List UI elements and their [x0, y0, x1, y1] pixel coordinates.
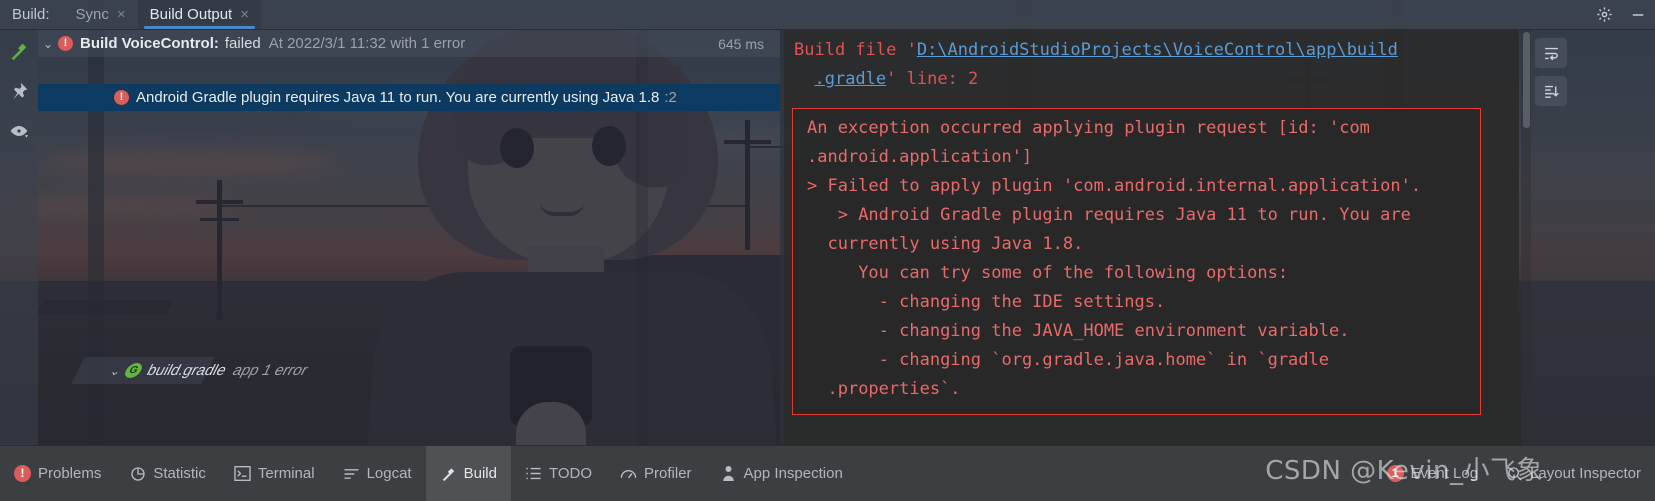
console-error-line: - changing the IDE settings.: [807, 292, 1166, 312]
statusbar-label: Layout Inspector: [1530, 465, 1641, 482]
console-text: Build file ': [794, 40, 917, 60]
console-error-line: - changing the JAVA_HOME environment var…: [807, 321, 1350, 341]
statusbar-item-layout-inspector[interactable]: Layout Inspector: [1492, 446, 1655, 501]
build-toolwindow-tabbar: Build: Sync × Build Output ×: [0, 0, 1655, 30]
hammer-icon: [440, 465, 457, 482]
console-error-line: An exception occurred applying plugin re…: [807, 118, 1370, 138]
gear-icon[interactable]: [1587, 0, 1621, 29]
tree-row-title: Build VoiceControl:: [80, 35, 219, 52]
pie-chart-icon: [129, 465, 146, 482]
statusbar-item-problems[interactable]: ! Problems: [0, 446, 115, 501]
chevron-down-icon[interactable]: ⌄: [38, 37, 58, 51]
console-header-line: .gradle' line: 2: [784, 65, 1519, 94]
statusbar-label: Problems: [38, 465, 102, 482]
toolwindow-title: Build:: [12, 6, 50, 23]
tabbar-spacer: [261, 0, 1587, 29]
console-error-line: - changing `org.gradle.java.home` in `gr…: [807, 350, 1329, 370]
console-error-line: > Failed to apply plugin 'com.android.in…: [807, 176, 1422, 196]
error-icon: !: [14, 465, 31, 482]
tree-row-build-gradle[interactable]: ⌄ G build.gradle app 1 error: [71, 357, 311, 384]
statusbar-label: Profiler: [644, 465, 692, 482]
console-right-toolbar: [1531, 30, 1655, 445]
statusbar-item-terminal[interactable]: Terminal: [220, 446, 329, 501]
tree-row-detail: app 1 error: [229, 362, 312, 379]
statusbar-label: Statistic: [153, 465, 206, 482]
console-error-line: > Android Gradle plugin requires Java 11…: [807, 205, 1411, 225]
console-scrollbar-thumb[interactable]: [1523, 32, 1530, 128]
pin-icon[interactable]: [6, 78, 32, 104]
statusbar-label: Event Log: [1410, 465, 1479, 482]
console-header-line: Build file 'D:\AndroidStudioProjects\Voi…: [784, 36, 1519, 65]
build-output-console[interactable]: Build file 'D:\AndroidStudioProjects\Voi…: [784, 30, 1519, 445]
scroll-to-end-icon[interactable]: [1535, 76, 1567, 106]
tab-build-output[interactable]: Build Output ×: [137, 0, 261, 29]
console-error-line: .android.application']: [807, 147, 1033, 167]
console-scrollbar[interactable]: [1521, 30, 1531, 445]
console-error-line: .properties`.: [807, 379, 961, 399]
statusbar-label: Build: [463, 465, 497, 482]
build-tree-panel[interactable]: ⌄ ! Build VoiceControl: failed At 2022/3…: [38, 30, 780, 445]
eye-icon[interactable]: [6, 118, 32, 144]
profiler-icon: [620, 465, 637, 482]
tree-row-detail: :2: [664, 89, 677, 106]
close-icon[interactable]: ×: [240, 7, 249, 22]
statusbar-label: App Inspection: [743, 465, 843, 482]
error-icon: !: [114, 90, 129, 105]
statusbar-item-build[interactable]: Build: [425, 445, 511, 501]
minimize-icon[interactable]: [1621, 0, 1655, 29]
logcat-icon: [343, 465, 360, 482]
bottom-toolbar: ! Problems Statistic Terminal Logcat Bui…: [0, 445, 1655, 501]
layout-inspector-icon: [1506, 465, 1523, 482]
build-file-link[interactable]: D:\AndroidStudioProjects\VoiceControl\ap…: [917, 40, 1398, 60]
statusbar-item-logcat[interactable]: Logcat: [329, 446, 426, 501]
soft-wrap-icon[interactable]: [1535, 38, 1567, 68]
statusbar-item-event-log[interactable]: 1 Event Log: [1373, 446, 1493, 501]
hammer-icon[interactable]: [6, 38, 32, 64]
build-left-toolbar: [0, 30, 38, 445]
statusbar-item-profiler[interactable]: Profiler: [606, 446, 706, 501]
tree-row-title: build.gradle: [143, 362, 230, 379]
statusbar-label: Terminal: [257, 465, 315, 482]
statusbar-item-todo[interactable]: TODO: [511, 446, 606, 501]
tab-build-output-label: Build Output: [149, 6, 233, 23]
statusbar-label: TODO: [548, 465, 593, 482]
list-icon: [525, 465, 542, 482]
error-icon: !: [58, 36, 73, 51]
tab-sync[interactable]: Sync ×: [64, 0, 138, 29]
event-badge: 1: [1386, 465, 1404, 482]
close-icon[interactable]: ×: [117, 7, 126, 22]
inspection-icon: [720, 465, 737, 482]
tree-row-error-message[interactable]: ! Android Gradle plugin requires Java 11…: [38, 84, 780, 111]
tree-row-detail: At 2022/3/1 11:32 with 1 error: [268, 35, 466, 52]
tree-row-build-summary[interactable]: ⌄ ! Build VoiceControl: failed At 2022/3…: [38, 30, 780, 57]
statusbar-item-statistic[interactable]: Statistic: [115, 446, 220, 501]
console-error-line: currently using Java 1.8.: [807, 234, 1084, 254]
console-error-line: You can try some of the following option…: [807, 263, 1289, 283]
tree-row-title: Android Gradle plugin requires Java 11 t…: [136, 89, 660, 106]
build-duration: 645 ms: [718, 36, 764, 52]
statusbar-label: Logcat: [366, 465, 412, 482]
tab-sync-label: Sync: [75, 6, 109, 23]
build-file-link[interactable]: .gradle: [814, 69, 886, 89]
tree-row-state: failed: [224, 35, 261, 52]
console-text: ' line: 2: [886, 69, 979, 89]
statusbar-item-app-inspection[interactable]: App Inspection: [706, 446, 857, 501]
terminal-icon: [234, 465, 251, 482]
console-error-box: An exception occurred applying plugin re…: [792, 108, 1481, 415]
